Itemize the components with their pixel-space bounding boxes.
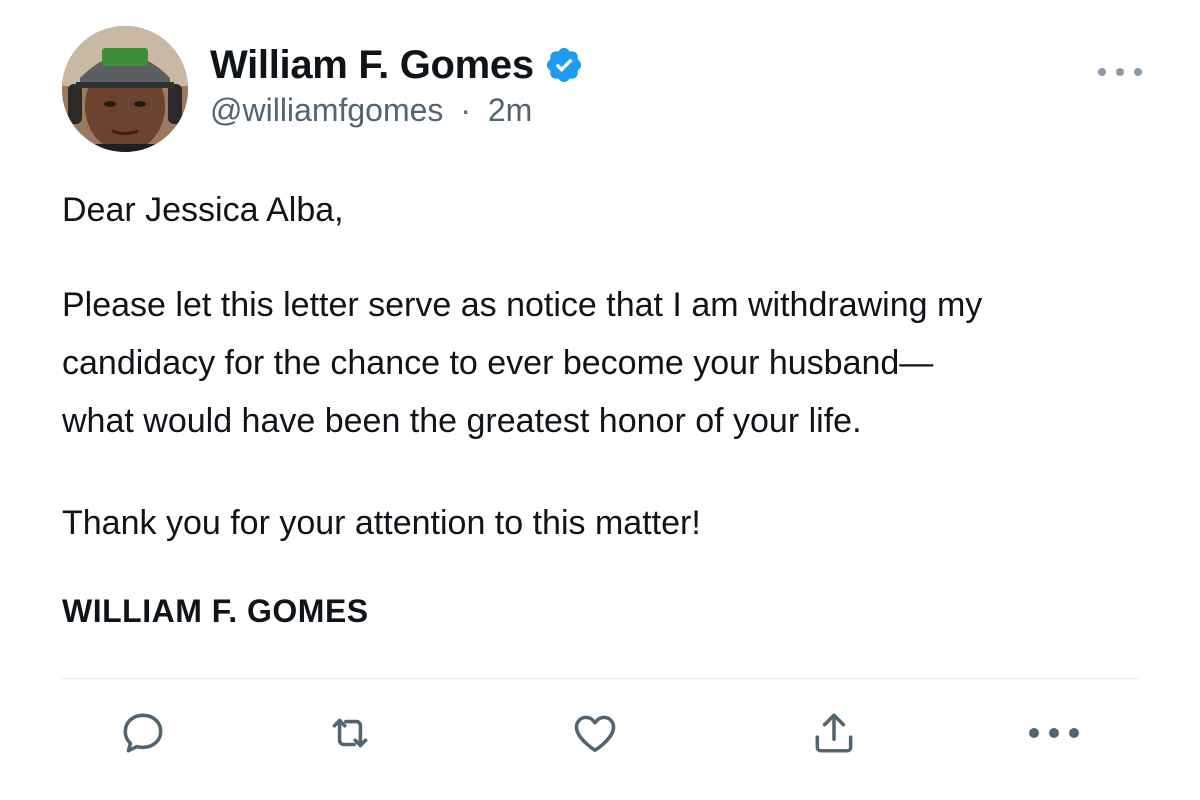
more-dots-icon (1029, 728, 1079, 738)
retweet-button[interactable] (323, 706, 377, 760)
more-actions-button[interactable] (1027, 706, 1081, 760)
tweet-closing: Thank you for your attention to this mat… (62, 504, 701, 542)
action-bar (0, 706, 1200, 760)
author-meta-row: @williamfgomes · 2m (210, 92, 532, 129)
tweet-paragraph: Please let this letter serve as notice t… (62, 276, 982, 450)
share-button[interactable] (807, 706, 861, 760)
handle[interactable]: @williamfgomes (210, 92, 443, 129)
dot (1116, 68, 1124, 76)
avatar-photo (62, 26, 188, 152)
like-button[interactable] (568, 706, 622, 760)
timestamp[interactable]: 2m (488, 92, 532, 129)
dot (1069, 728, 1079, 738)
paragraph-line: what would have been the greatest honor … (62, 402, 862, 440)
dot (1049, 728, 1059, 738)
dot (1134, 68, 1142, 76)
reply-button[interactable] (116, 706, 170, 760)
paragraph-line: candidacy for the chance to ever become … (62, 344, 934, 382)
tweet-signature: WILLIAM F. GOMES (62, 593, 369, 629)
divider (62, 678, 1138, 679)
dot (1098, 68, 1106, 76)
tweet-greeting: Dear Jessica Alba, (62, 191, 344, 229)
verified-badge-icon (544, 45, 584, 85)
author-name-row: William F. Gomes (210, 40, 584, 90)
avatar[interactable] (62, 26, 188, 152)
speech-bubble-icon (123, 713, 163, 753)
paragraph-line: Please let this letter serve as notice t… (62, 286, 983, 324)
retweet-arrows-icon (332, 718, 368, 748)
more-options-icon[interactable] (1098, 58, 1142, 86)
tweet-card: William F. Gomes @williamfgomes · 2m Dea… (0, 0, 1200, 800)
display-name[interactable]: William F. Gomes (210, 43, 534, 88)
meta-separator: · (460, 92, 471, 128)
dot (1029, 728, 1039, 738)
share-upload-icon (815, 713, 853, 753)
heart-icon (574, 715, 616, 753)
